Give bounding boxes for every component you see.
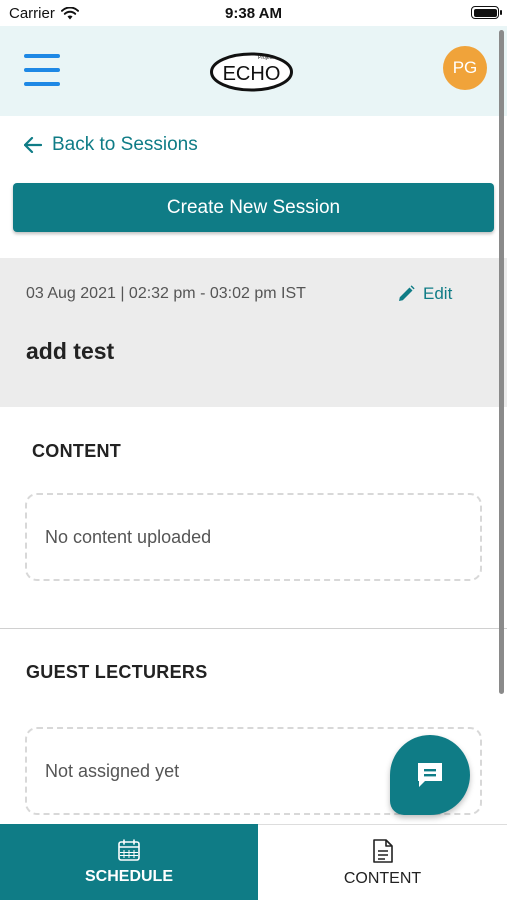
status-time: 9:38 AM (225, 5, 282, 22)
session-card: 03 Aug 2021 | 02:32 pm - 03:02 pm IST Ed… (0, 258, 507, 407)
bottom-tab-bar: SCHEDULE CONTENT (0, 824, 507, 900)
back-to-sessions-link[interactable]: Back to Sessions (24, 134, 198, 156)
content-section-title: CONTENT (32, 441, 122, 461)
content-empty-box: No content uploaded (25, 493, 482, 581)
tab-content[interactable]: CONTENT (258, 824, 507, 900)
content-empty-text: No content uploaded (45, 526, 212, 547)
document-icon (372, 838, 393, 863)
chat-icon (418, 763, 442, 787)
app-header: Project ECHO PG (0, 26, 507, 116)
session-title: add test (26, 338, 115, 364)
logo-small-text: Project (258, 55, 274, 61)
arrow-left-icon (24, 137, 42, 153)
back-link-label: Back to Sessions (52, 134, 198, 155)
calendar-icon (118, 839, 140, 861)
create-new-session-button[interactable]: Create New Session (13, 183, 494, 232)
tab-content-label: CONTENT (343, 869, 422, 887)
section-divider (0, 628, 507, 629)
avatar[interactable]: PG (443, 46, 487, 90)
scrollbar[interactable] (499, 30, 504, 694)
tab-schedule[interactable]: SCHEDULE (0, 824, 258, 900)
edit-button[interactable]: Edit (397, 284, 452, 304)
battery-icon (471, 6, 502, 19)
logo-text: ECHO (223, 63, 281, 85)
chat-button[interactable] (390, 735, 470, 815)
status-bar: Carrier 9:38 AM (0, 0, 507, 26)
guest-empty-text: Not assigned yet (45, 760, 180, 781)
guest-lecturers-title: GUEST LECTURERS (26, 662, 208, 682)
tab-schedule-label: SCHEDULE (84, 868, 173, 885)
pencil-icon (399, 285, 415, 301)
edit-label: Edit (423, 284, 453, 303)
session-datetime: 03 Aug 2021 | 02:32 pm - 03:02 pm IST (26, 285, 306, 302)
menu-icon[interactable] (24, 54, 60, 86)
echo-logo: Project ECHO (210, 52, 293, 92)
